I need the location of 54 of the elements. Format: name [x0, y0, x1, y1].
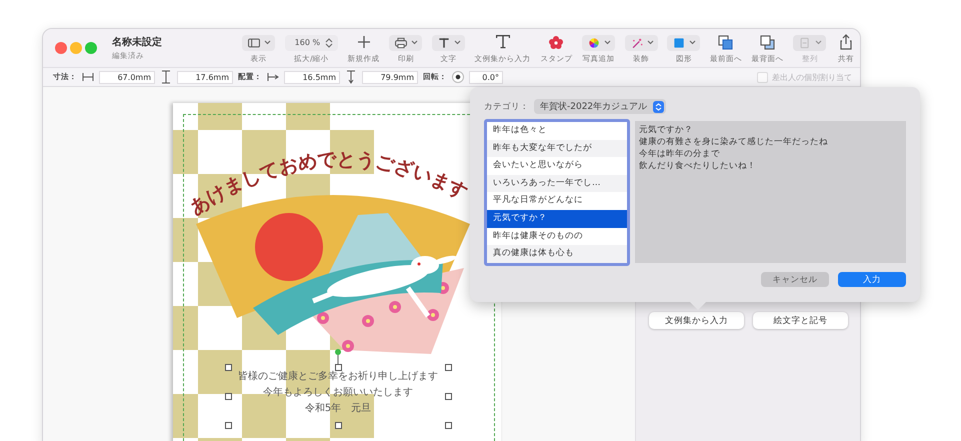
- preview-line: 健康の有難さを身に染みて感じた一年だったね: [639, 136, 829, 148]
- measurement-field[interactable]: 16.5mm: [284, 70, 340, 84]
- measurement-field[interactable]: 17.6mm: [177, 70, 233, 84]
- selection-handle[interactable]: [225, 393, 232, 400]
- inspector-button[interactable]: 文例集から入力: [649, 312, 744, 329]
- magic-wand-menu-button[interactable]: [624, 34, 658, 50]
- selection-handle[interactable]: [225, 364, 232, 371]
- cancel-button[interactable]: キャンセル: [761, 272, 829, 287]
- horizontal-position-icon: [266, 70, 280, 84]
- selection-handle[interactable]: [225, 422, 232, 429]
- printer-icon: [393, 36, 410, 50]
- phrase-list-item[interactable]: 元気ですか？: [487, 210, 627, 228]
- phrase-list-item[interactable]: 真の健康は体も心も: [487, 245, 627, 263]
- zoom-field[interactable]: 160 %: [284, 34, 338, 50]
- phrase-list-item[interactable]: 昨年も大変な年でしたが: [487, 140, 627, 158]
- stepper-icon: [653, 100, 664, 112]
- rotate-handle[interactable]: [335, 349, 341, 355]
- phrase-list-item[interactable]: いろいろあった一年でし…: [487, 174, 627, 192]
- preview-line: 飲んだり食べたりしたいね！: [639, 160, 757, 172]
- caret-icon: [815, 40, 822, 45]
- sidebar-menu-button[interactable]: [242, 34, 275, 50]
- measurement-field[interactable]: 67.0mm: [99, 70, 155, 84]
- caret-icon: [689, 40, 696, 45]
- height-icon: [159, 70, 173, 84]
- selection-handle[interactable]: [335, 364, 342, 371]
- checkbox-label: 差出人の個別割り当て: [772, 72, 852, 82]
- caret-icon: [454, 40, 462, 45]
- preview-line: 元気ですか？: [639, 124, 694, 136]
- selection-handle[interactable]: [445, 393, 452, 400]
- category-select[interactable]: 年賀状-2022年カジュアル: [534, 99, 666, 114]
- selection-handle[interactable]: [335, 422, 342, 429]
- square-shape-menu-button[interactable]: [667, 34, 700, 50]
- vertical-position-icon: [344, 70, 358, 84]
- inspector-button[interactable]: 絵文字と記号: [753, 312, 848, 329]
- caret-icon: [264, 40, 271, 45]
- stepper-icon: [325, 38, 334, 48]
- close-button[interactable]: [55, 42, 67, 54]
- sidebar-icon: [246, 36, 262, 50]
- window-title: 名称未設定: [112, 35, 162, 49]
- category-label: カテゴリ：: [484, 100, 529, 112]
- width-icon: [81, 70, 95, 84]
- printer-menu-button[interactable]: [389, 34, 422, 50]
- caret-icon: [411, 40, 418, 45]
- insert-button[interactable]: 入力: [838, 272, 906, 287]
- selection-handle[interactable]: [445, 364, 452, 371]
- text-menu-button[interactable]: [432, 34, 466, 50]
- color-wheel-menu-button[interactable]: [582, 34, 616, 50]
- measurement-field[interactable]: 0.0°: [469, 70, 503, 84]
- rotation-knob[interactable]: [452, 71, 464, 83]
- preview-line: 今年は昨年の分まで: [639, 148, 721, 160]
- measurement-field[interactable]: 79.9mm: [362, 70, 418, 84]
- selection-handle[interactable]: [445, 422, 452, 429]
- caret-icon: [604, 40, 612, 45]
- caret-icon: [646, 40, 654, 45]
